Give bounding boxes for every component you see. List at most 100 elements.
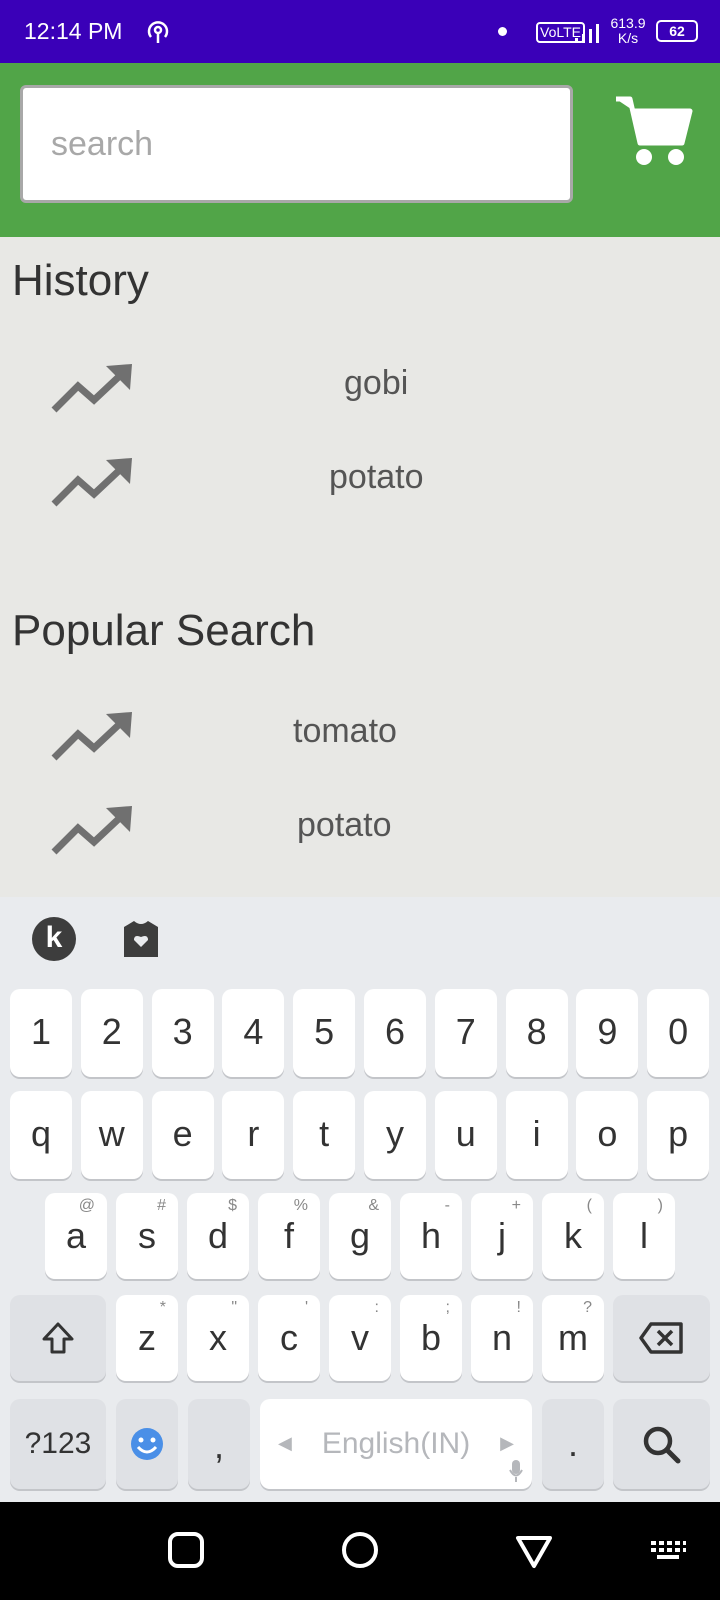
key-label: t: [319, 1113, 330, 1154]
emoji-icon: [131, 1428, 163, 1460]
key-5[interactable]: 5: [293, 989, 356, 1077]
key-j[interactable]: j +: [471, 1193, 533, 1279]
key-label: e: [172, 1113, 193, 1154]
key-g[interactable]: g &: [329, 1193, 391, 1279]
key-p[interactable]: p: [647, 1091, 710, 1179]
soft-keyboard: k ?123 , ◀ English(IN) ▶ . 1 2 3 4 5 6 7…: [0, 897, 720, 1502]
back-triangle-icon[interactable]: [514, 1530, 554, 1570]
key-a[interactable]: a @: [45, 1193, 107, 1279]
history-item[interactable]: potato: [0, 444, 720, 534]
key-hint: (: [586, 1197, 592, 1214]
trending-up-icon: [51, 458, 132, 507]
key-i[interactable]: i: [505, 1091, 568, 1179]
search-input[interactable]: [20, 85, 573, 203]
key-hint: @: [78, 1197, 95, 1214]
key-label: 5: [314, 1011, 335, 1052]
key-s[interactable]: s #: [116, 1193, 178, 1279]
key-h[interactable]: h-: [400, 1193, 462, 1279]
key-e[interactable]: e: [151, 1091, 214, 1179]
key-q[interactable]: q: [10, 1091, 72, 1179]
key-v[interactable]: v:: [329, 1295, 391, 1381]
shopping-cart-icon[interactable]: [614, 93, 694, 173]
key-2[interactable]: 2: [80, 989, 143, 1077]
key-label: 4: [243, 1011, 264, 1052]
mic-icon: [509, 1460, 523, 1482]
key-4[interactable]: 4: [222, 989, 285, 1077]
key-f[interactable]: f%: [258, 1193, 320, 1279]
battery-level: 62: [669, 23, 685, 39]
keyboard-switch-icon[interactable]: [648, 1530, 688, 1570]
popular-item[interactable]: tomato: [0, 698, 720, 788]
key-8[interactable]: 8: [505, 989, 568, 1077]
history-item[interactable]: gobi: [0, 350, 720, 440]
theme-shirt-icon[interactable]: [120, 919, 162, 959]
network-speed-value: 613.9: [610, 15, 646, 31]
key-1[interactable]: 1: [10, 989, 72, 1077]
key-x[interactable]: x ": [187, 1295, 249, 1381]
network-speed-unit: K/s: [617, 30, 639, 46]
key-0[interactable]: 0: [647, 989, 710, 1077]
key-label: j: [498, 1215, 506, 1256]
key-label: 0: [668, 1011, 689, 1052]
backspace-key[interactable]: [613, 1295, 710, 1381]
shift-icon: [42, 1322, 74, 1354]
key-label: v: [351, 1317, 369, 1358]
key-hint: ): [657, 1197, 663, 1214]
key-m[interactable]: m?: [542, 1295, 604, 1381]
trending-up-icon: [51, 806, 132, 855]
trending-up-icon: [51, 364, 132, 413]
key-label: k: [564, 1215, 582, 1256]
history-item-label: gobi: [344, 364, 409, 402]
key-hint: ': [304, 1299, 308, 1316]
popular-item[interactable]: potato: [0, 792, 720, 882]
search-action-key[interactable]: [613, 1399, 710, 1489]
space-key[interactable]: ◀ English(IN) ▶: [260, 1399, 532, 1489]
key-d[interactable]: d $: [187, 1193, 249, 1279]
key-label: x: [209, 1317, 227, 1358]
network-speed: 613.9 K/s: [606, 16, 650, 46]
key-3[interactable]: 3: [151, 989, 214, 1077]
key-hint: :: [374, 1299, 379, 1316]
keyboard-brand-icon[interactable]: k: [32, 917, 76, 961]
home-circle-icon[interactable]: [340, 1530, 380, 1570]
key-hint: -: [444, 1197, 450, 1214]
key-k[interactable]: k(: [542, 1193, 604, 1279]
space-right-arrow-icon: ▶: [500, 1433, 514, 1453]
key-9[interactable]: 9: [576, 989, 639, 1077]
key-l[interactable]: l): [613, 1193, 675, 1279]
shift-key[interactable]: [10, 1295, 106, 1381]
trending-up-icon: [51, 712, 132, 761]
key-t[interactable]: t: [293, 1091, 356, 1179]
comma-key-label: ,: [213, 1425, 224, 1466]
recents-square-icon[interactable]: [166, 1530, 206, 1570]
key-n[interactable]: n!: [471, 1295, 533, 1381]
key-label: u: [455, 1113, 476, 1154]
key-w[interactable]: w: [80, 1091, 143, 1179]
popular-search-title: Popular Search: [12, 606, 316, 655]
history-title: History: [12, 256, 149, 305]
key-label: y: [386, 1113, 404, 1154]
key-y[interactable]: y: [364, 1091, 426, 1179]
key-label: w: [98, 1113, 125, 1154]
key-7[interactable]: 7: [434, 989, 497, 1077]
popular-item-label: potato: [297, 806, 392, 844]
key-label: a: [65, 1215, 87, 1256]
key-6[interactable]: 6: [364, 989, 426, 1077]
key-r[interactable]: r: [222, 1091, 285, 1179]
emoji-key[interactable]: [116, 1399, 178, 1489]
key-label: 6: [384, 1011, 406, 1052]
popular-item-label: tomato: [293, 712, 397, 750]
key-hint: !: [516, 1299, 521, 1316]
comma-key[interactable]: ,: [188, 1399, 250, 1489]
key-hint: ;: [445, 1299, 450, 1316]
key-b[interactable]: b;: [400, 1295, 462, 1381]
key-hint: ": [231, 1299, 237, 1316]
key-hint: *: [159, 1299, 166, 1316]
period-key[interactable]: .: [542, 1399, 604, 1489]
symbols-key[interactable]: ?123: [10, 1399, 106, 1489]
key-label: q: [30, 1113, 52, 1154]
key-c[interactable]: c ': [258, 1295, 320, 1381]
key-u[interactable]: u: [434, 1091, 497, 1179]
key-z[interactable]: z *: [116, 1295, 178, 1381]
key-o[interactable]: o: [576, 1091, 639, 1179]
